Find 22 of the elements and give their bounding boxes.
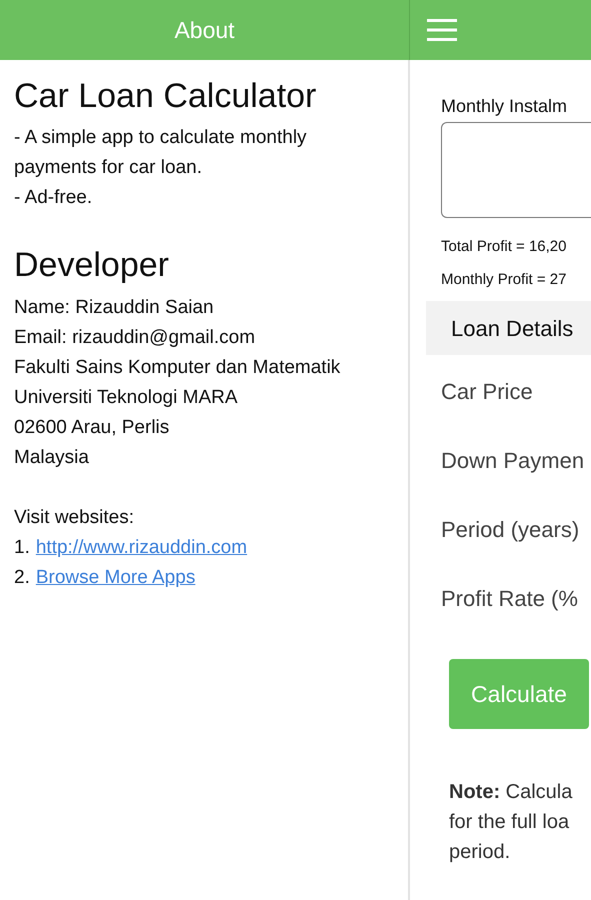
- monthly-profit: Monthly Profit = 27: [441, 270, 568, 290]
- website-link[interactable]: http://www.rizauddin.com: [36, 533, 248, 563]
- total-profit: Total Profit = 16,20: [441, 237, 568, 257]
- app-title: Car Loan Calculator: [14, 76, 318, 116]
- developer-details: Name: Rizauddin Saian Email: rizauddin@gmail.com Fakulti Sains Komputer dan Matematik Universiti Teknologi MARA 02600 Arau, Perlis Malaysia: [14, 296, 342, 470]
- field-label: Car Price: [441, 378, 534, 406]
- list-number: 1.: [14, 536, 30, 560]
- instalment-label: Monthly Instalm: [441, 95, 568, 118]
- instalment-field[interactable]: [441, 122, 591, 218]
- developer-heading: Developer: [14, 245, 170, 285]
- field-label: Period (years): [441, 516, 580, 544]
- calculate-button[interactable]: Calculate: [449, 659, 589, 729]
- visit-label: Visit websites:: [14, 506, 136, 530]
- section-title: Loan Details: [451, 314, 574, 342]
- app-description: - A simple app to calculate monthly payments for car loan. - Ad-free.: [14, 126, 308, 210]
- menu-icon[interactable]: [427, 19, 457, 41]
- note-text: Note: Calcula for the full loa period.: [449, 780, 574, 865]
- field-label: Profit Rate (%: [441, 585, 579, 613]
- field-label: Down Paymen: [441, 447, 586, 475]
- website-link[interactable]: Browse More Apps: [36, 563, 196, 593]
- header-title: About: [174, 16, 235, 45]
- list-number: 2.: [14, 566, 30, 590]
